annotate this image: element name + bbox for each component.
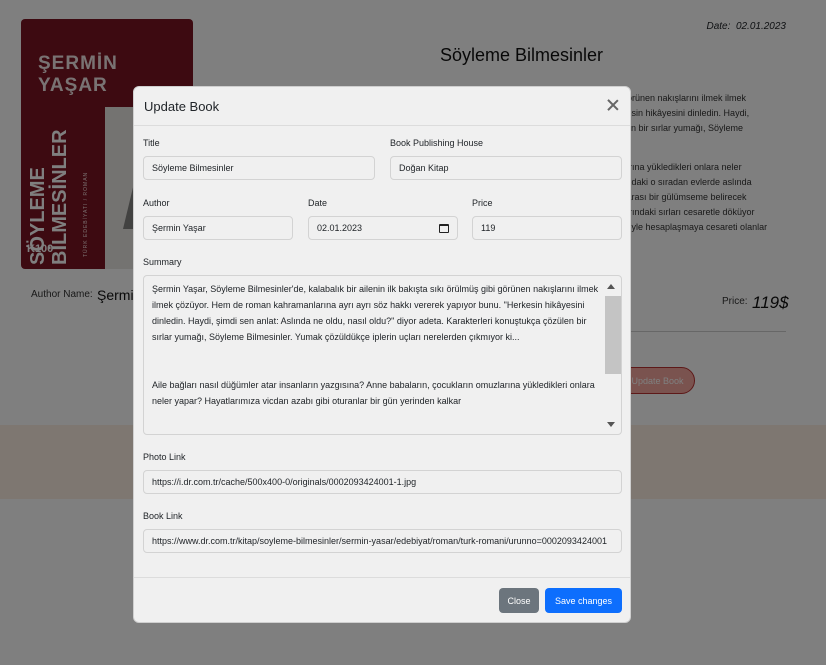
modal-title: Update Book [144,98,220,114]
scrollbar-thumb[interactable] [605,296,621,374]
book-link-label: Book Link [143,511,183,521]
author-label: Author [143,198,170,208]
summary-textarea[interactable]: Şermin Yaşar, Söyleme Bilmesinler'de, ka… [143,275,622,435]
calendar-icon[interactable] [439,224,449,233]
publisher-label: Book Publishing House [390,138,484,148]
summary-label: Summary [143,257,182,267]
publisher-input[interactable]: Doğan Kitap [390,156,622,180]
photo-link-label: Photo Link [143,452,186,462]
price-input[interactable]: 119 [472,216,622,240]
close-icon[interactable] [605,97,621,113]
scroll-down-arrow-icon[interactable] [607,422,615,427]
title-label: Title [143,138,160,148]
date-input[interactable]: 02.01.2023 [308,216,458,240]
price-label: Price [472,198,493,208]
update-book-modal: Update Book Title Söyleme Bilmesinler Bo… [133,86,631,623]
date-label: Date [308,198,328,208]
modal-header: Update Book [134,87,630,126]
photo-link-input[interactable]: https://i.dr.com.tr/cache/500x400-0/orig… [143,470,622,494]
summary-text: Şermin Yaşar, Söyleme Bilmesinler'de, ka… [152,284,599,406]
modal-footer: Close Save changes [134,577,630,622]
date-input-value: 02.01.2023 [317,223,363,233]
close-button[interactable]: Close [499,588,539,613]
author-input[interactable]: Şermin Yaşar [143,216,293,240]
summary-scrollbar[interactable] [604,280,621,430]
book-link-input[interactable]: https://www.dr.com.tr/kitap/soyleme-bilm… [143,529,622,553]
title-input[interactable]: Söyleme Bilmesinler [143,156,375,180]
scroll-up-arrow-icon[interactable] [607,284,615,289]
save-changes-button[interactable]: Save changes [545,588,622,613]
